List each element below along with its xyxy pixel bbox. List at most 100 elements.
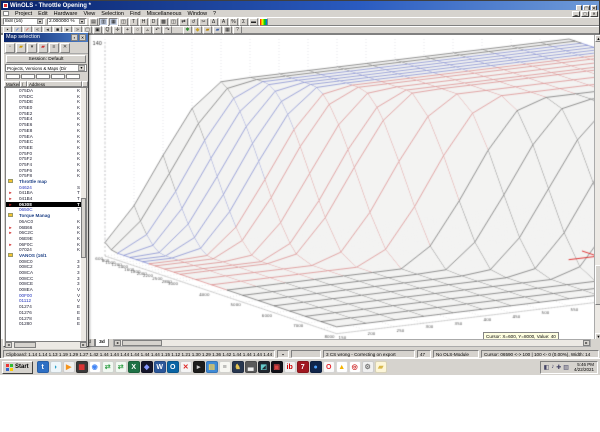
cut-button[interactable]: ✂ [199,17,208,26]
box-3d-icon[interactable]: ◆ [140,361,153,373]
winols-icon[interactable]: ▦ [75,361,88,373]
view-2d3d-toggle-button[interactable]: ▦ [223,26,232,34]
grid-button[interactable]: ▩ [159,17,168,26]
egg-app-icon[interactable]: ◗ [49,361,62,373]
column-marker[interactable]: Marker [4,81,20,87]
scroll-thumb[interactable] [14,342,36,348]
factor-combo[interactable]: 2.000000 % ▼ [47,18,87,25]
notes-icon[interactable]: ≡ [218,361,231,373]
session-button[interactable]: Session: Default [6,55,86,63]
shield-7-icon[interactable]: 7 [296,361,309,373]
menu-find[interactable]: Find [127,11,144,17]
colors-button[interactable] [259,17,268,26]
scripts-button[interactable]: ◆ [193,26,202,34]
list-item[interactable]: 01280 E [6,321,86,327]
browser-ball-icon[interactable]: ● [309,361,322,373]
scroll-thumb[interactable] [595,265,600,305]
photos-icon[interactable]: ◩ [257,361,270,373]
text-mode-button[interactable]: T [129,17,138,26]
scroll-left-arrow[interactable]: ◄ [113,340,121,346]
scroll-up-arrow[interactable]: ▲ [595,35,600,42]
help-toolbar-button[interactable]: ? [233,26,242,34]
filter-cell[interactable] [6,74,20,79]
filter-cell[interactable] [36,74,50,79]
absolute-button[interactable]: A [219,17,228,26]
map-size-combo[interactable]: 8x8 (16) ▼ [3,18,45,25]
scope-dropdown[interactable]: Projects, Versions & Maps (Dir ▼ [5,64,87,72]
insert-button[interactable]: + [123,26,132,34]
undo-button[interactable]: ↶ [153,26,162,34]
chrome-icon[interactable]: ◉ [88,361,101,373]
difference-button[interactable]: Δ [209,17,218,26]
explorer-icon[interactable]: ▤ [205,361,218,373]
red-x-app-icon[interactable]: ✕ [179,361,192,373]
sum-button[interactable]: Σ [239,17,248,26]
filter-cell[interactable] [66,74,80,79]
menu-miscellaneous[interactable]: Miscellaneous [144,11,185,17]
tray-icon-1[interactable]: ♪ [551,364,554,371]
panel-delete-button[interactable]: ✕ [60,42,70,53]
zoom-tool-button[interactable]: Q [103,26,112,34]
excel-icon[interactable]: X [127,361,140,373]
tray-icon-2[interactable]: ✚ [556,364,561,371]
column-sort[interactable] [82,81,88,87]
title-bar[interactable]: WinOLS - Throttle Opening * ▁ ▢ ✕ [1,1,599,13]
tools-gear-icon[interactable]: ⚙ [361,361,374,373]
column-address[interactable]: Address [27,81,82,87]
child-close-button[interactable]: ✕ [590,10,598,17]
tray-icon-0[interactable]: ◧ [544,364,550,371]
view-2d-button[interactable]: ▥ [99,17,108,26]
media-app-icon[interactable]: ▶ [62,361,75,373]
select-all-button[interactable]: ▣ [93,26,102,34]
scroll-thumb[interactable] [121,340,162,346]
filter-cell[interactable] [21,74,35,79]
menu-edit[interactable]: Edit [35,11,50,17]
panel-open-dropdown[interactable]: ▾ [27,42,37,53]
chevron-down-icon[interactable]: ▼ [78,65,85,71]
maps-folder-button[interactable]: ▰ [203,26,212,34]
vertical-scrollbar[interactable]: ▲ ▼ [594,35,600,339]
menu-hardware[interactable]: Hardware [51,11,81,17]
circle-tool-button[interactable]: ○ [133,26,142,34]
project-folder-button[interactable]: ▰ [213,26,222,34]
scroll-right-arrow[interactable]: ► [583,340,590,346]
opera-icon[interactable]: O [322,361,335,373]
scroll-down-arrow[interactable]: ▼ [595,333,600,339]
tray-icon-3[interactable]: ▥ [563,364,569,371]
scroll-thumb[interactable] [81,198,86,258]
map-horizontal-scrollbar[interactable]: ◄ ► [112,339,591,347]
view-3d-button[interactable]: ▦ [109,17,118,26]
menu-[interactable]: ? [210,11,219,17]
list-vertical-scrollbar[interactable] [81,88,86,341]
menu-window[interactable]: Window [184,11,210,17]
swap-axes-button[interactable]: ⇄ [179,17,188,26]
filter-cell[interactable] [51,74,65,79]
panel-properties-button[interactable]: ≡ [49,42,59,53]
view-split-button[interactable]: ◫ [119,17,128,26]
ib-icon[interactable]: ib [283,361,296,373]
menu-selection[interactable]: Selection [98,11,127,17]
percent-button[interactable]: % [229,17,238,26]
chevron-down-icon[interactable]: ▼ [79,19,85,24]
panel-close-button[interactable]: ✕ [79,34,86,41]
games-icon[interactable]: ♞ [231,361,244,373]
3d-surface-plot[interactable] [1,35,600,339]
column-slash[interactable]: / [20,81,27,87]
child-minimize-button[interactable]: ▁ [572,10,580,17]
tab-3d[interactable]: 3d [95,339,109,347]
console-icon[interactable]: ▸ [192,361,205,373]
rotate-view-button[interactable]: ↺ [189,17,198,26]
sync-green-2-icon[interactable]: ⇄ [114,361,127,373]
menu-project[interactable]: Project [12,11,35,17]
panel-import-button[interactable]: ▰ [38,42,48,53]
burn-icon[interactable]: ◎ [348,361,361,373]
columns-button[interactable]: ◫ [169,17,178,26]
panel-new-button[interactable]: ▫ [5,42,15,53]
panel-title-bar[interactable]: Map selection ▪ ✕ [4,33,88,42]
gdrive-icon[interactable]: ▲ [335,361,348,373]
word-icon[interactable]: W [153,361,166,373]
panel-pin-button[interactable]: ▪ [71,34,78,41]
hexdump-button[interactable]: ✱ [183,26,192,34]
list-horizontal-scrollbar[interactable]: ◄ ► [5,342,87,349]
panel-open-button[interactable]: ▰ [16,42,26,53]
